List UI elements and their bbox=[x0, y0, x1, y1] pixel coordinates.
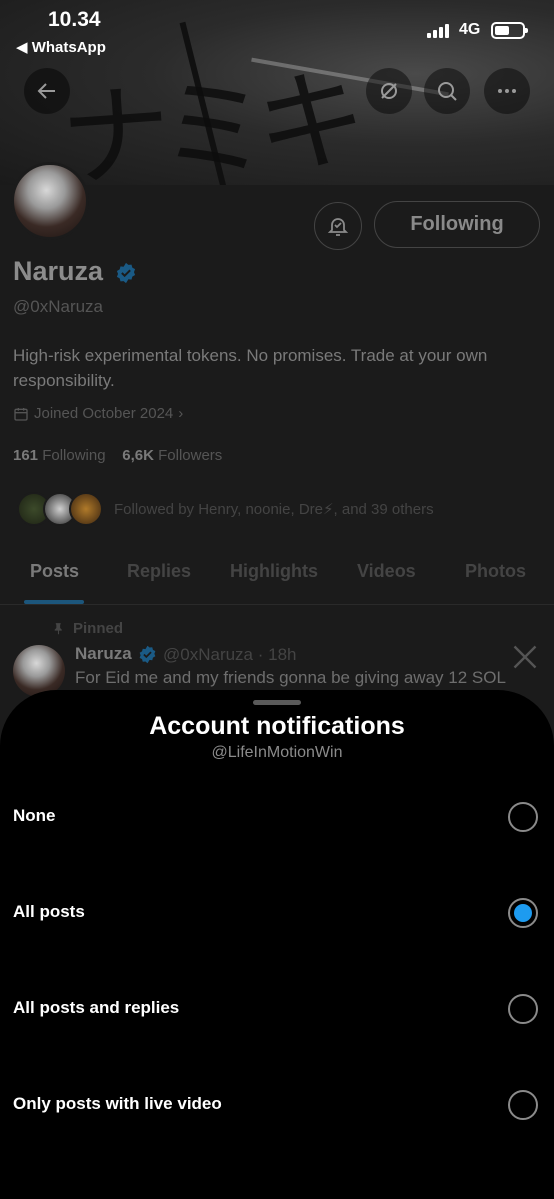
radio-button[interactable] bbox=[508, 994, 538, 1024]
search-icon bbox=[438, 82, 457, 101]
followed-by-text[interactable]: Followed by Henry, noonie, Dre⚡, and 39 … bbox=[114, 500, 434, 518]
verified-badge-icon bbox=[116, 262, 136, 284]
sheet-grabber[interactable] bbox=[253, 700, 301, 705]
tab-posts[interactable]: Posts bbox=[30, 561, 79, 582]
battery-icon bbox=[491, 22, 528, 39]
tab-replies[interactable]: Replies bbox=[127, 561, 191, 582]
network-type: 4G bbox=[459, 21, 481, 38]
avatar bbox=[69, 492, 103, 526]
profile-bio: High-risk experimental tokens. No promis… bbox=[13, 346, 488, 390]
sheet-subtitle: @LifeInMotionWin bbox=[211, 744, 343, 761]
x-logo-icon bbox=[513, 645, 537, 669]
option-label: Only posts with live video bbox=[13, 1094, 222, 1113]
sheet-title: Account notifications bbox=[149, 712, 405, 740]
followers-label: Followers bbox=[158, 447, 223, 464]
calendar-icon bbox=[14, 407, 28, 421]
tab-photos[interactable]: Photos bbox=[465, 561, 526, 582]
tab-videos[interactable]: Videos bbox=[357, 561, 416, 582]
back-to-app-link[interactable]: ◀ WhatsApp bbox=[16, 38, 106, 56]
radio-button[interactable] bbox=[508, 1090, 538, 1120]
pin-icon bbox=[54, 623, 62, 635]
joined-label: Joined October 2024 bbox=[34, 405, 174, 422]
followers-link[interactable]: 6,6K Followers bbox=[122, 447, 222, 464]
back-button[interactable] bbox=[24, 68, 70, 114]
profile-stats: 161 Following 6,6K Followers bbox=[13, 447, 222, 464]
more-button[interactable] bbox=[484, 68, 530, 114]
following-count: 161 bbox=[13, 447, 39, 464]
pinned-text: Pinned bbox=[73, 620, 124, 637]
notifications-button[interactable] bbox=[314, 202, 362, 250]
option-all-posts[interactable]: All posts bbox=[0, 878, 554, 948]
profile-name: Naruza bbox=[13, 256, 104, 286]
active-tab-indicator bbox=[24, 600, 84, 604]
profile-tabs: Posts Replies Highlights Videos Photos bbox=[0, 555, 554, 605]
option-label: All posts bbox=[13, 902, 85, 921]
post-text[interactable]: For Eid me and my friends gonna be givin… bbox=[75, 668, 506, 688]
following-link[interactable]: 161 Following bbox=[13, 447, 106, 464]
status-time: 10.34 bbox=[48, 8, 101, 31]
following-button[interactable]: Following bbox=[374, 201, 540, 248]
followed-by-avatars[interactable] bbox=[17, 492, 107, 528]
followers-count: 6,6K bbox=[122, 447, 154, 464]
arrow-left-icon bbox=[37, 83, 55, 99]
signal-icon bbox=[427, 24, 449, 38]
joined-date[interactable]: Joined October 2024 › bbox=[13, 405, 183, 422]
chevron-right-icon: › bbox=[178, 405, 184, 422]
option-none[interactable]: None bbox=[0, 782, 554, 852]
option-label: All posts and replies bbox=[13, 998, 180, 1017]
option-label: None bbox=[13, 806, 56, 825]
radio-button-selected[interactable] bbox=[508, 898, 538, 928]
grok-icon bbox=[381, 83, 397, 99]
more-icon bbox=[498, 89, 516, 93]
bell-check-icon bbox=[327, 218, 349, 236]
following-label: Following bbox=[42, 447, 106, 464]
option-all-posts-and-replies[interactable]: All posts and replies bbox=[0, 974, 554, 1044]
verified-badge-icon bbox=[139, 645, 156, 664]
profile-handle: @0xNaruza bbox=[13, 297, 104, 316]
option-live-video[interactable]: Only posts with live video bbox=[0, 1070, 554, 1140]
profile-avatar[interactable] bbox=[11, 162, 89, 240]
search-button[interactable] bbox=[424, 68, 470, 114]
post-meta: @0xNaruza · 18h bbox=[163, 645, 297, 664]
radio-button[interactable] bbox=[508, 802, 538, 832]
tab-highlights[interactable]: Highlights bbox=[230, 561, 318, 582]
account-notifications-sheet: Account notifications @LifeInMotionWin N… bbox=[0, 690, 554, 1199]
grok-button[interactable] bbox=[366, 68, 412, 114]
status-bar: 10.34 ◀ WhatsApp 4G bbox=[0, 0, 554, 60]
pinned-label: Pinned bbox=[52, 620, 123, 637]
post-author[interactable]: Naruza bbox=[75, 644, 132, 664]
